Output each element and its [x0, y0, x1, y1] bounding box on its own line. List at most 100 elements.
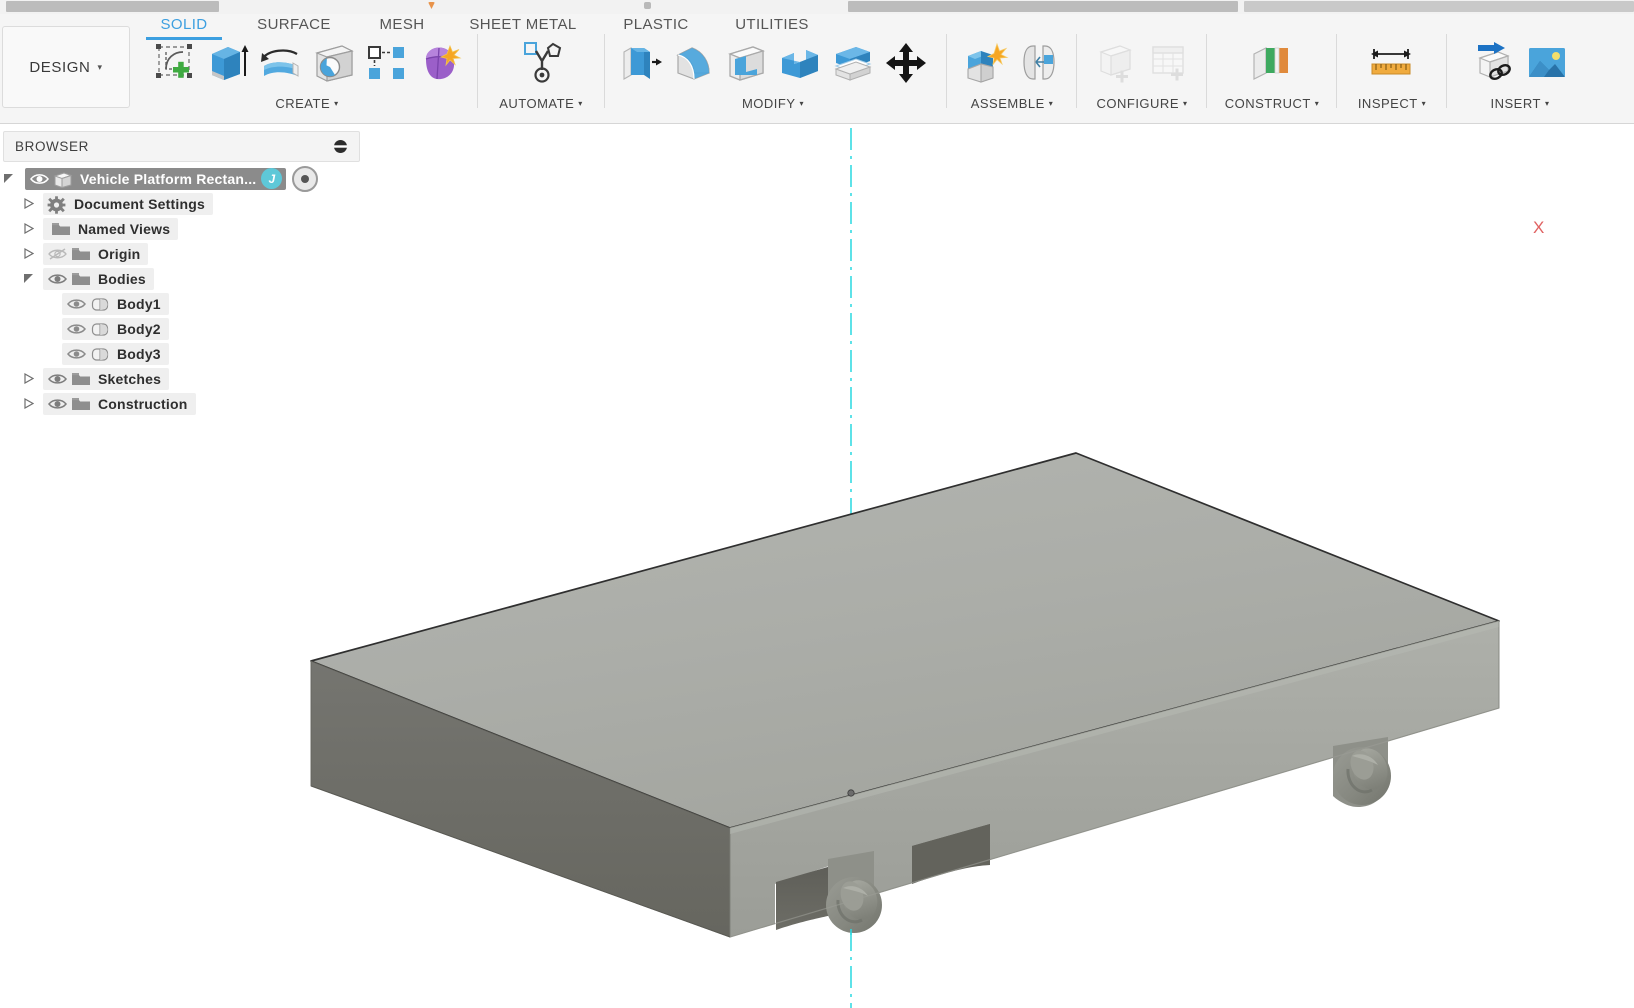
tree-item-body2-label: Body2 — [117, 320, 161, 337]
tree-item-document-settings[interactable]: Document Settings — [43, 192, 213, 215]
expand-toggle-named-views[interactable] — [22, 222, 35, 235]
ribbon-group-automate-icons — [498, 30, 584, 92]
activate-component-icon[interactable] — [292, 165, 319, 192]
expand-toggle-sketches[interactable] — [22, 372, 35, 385]
workspace-switcher-button[interactable]: DESIGN ▾ — [2, 26, 130, 108]
tree-row-bodies[interactable]: Bodies — [0, 266, 400, 291]
eye-visible-icon[interactable] — [47, 371, 68, 387]
expand-toggle-construction[interactable] — [22, 397, 35, 410]
chevron-down-icon: ▾ — [799, 99, 805, 108]
fillet-icon[interactable] — [667, 34, 720, 92]
app-bar-chip-left — [6, 1, 219, 12]
pattern-icon[interactable] — [360, 34, 413, 92]
folder-icon — [71, 246, 91, 262]
eye-visible-icon[interactable] — [66, 296, 87, 312]
eye-visible-icon[interactable] — [47, 396, 68, 412]
automate-generative-icon[interactable] — [498, 34, 584, 92]
fusion360-window: SOLID SURFACE MESH SHEET METAL PLASTIC U… — [0, 0, 1634, 1008]
tree-item-body3[interactable]: Body3 — [62, 342, 169, 365]
folder-icon — [51, 221, 71, 237]
ribbon-group-automate: AUTOMATE ▾ — [482, 30, 600, 120]
chevron-down-icon: ▾ — [1544, 99, 1550, 108]
app-bar-dot-a — [428, 2, 435, 9]
ribbon-group-construct-icons — [1229, 30, 1315, 92]
ribbon-group-insert-label[interactable]: INSERT ▾ — [1491, 96, 1550, 111]
expand-toggle-document-settings[interactable] — [22, 197, 35, 210]
eye-visible-icon[interactable] — [66, 346, 87, 362]
joint-icon[interactable] — [1012, 34, 1065, 92]
split-face-icon[interactable] — [826, 34, 879, 92]
eye-hidden-icon[interactable] — [47, 246, 68, 262]
ribbon-group-inspect-label[interactable]: INSPECT ▾ — [1358, 96, 1426, 111]
tree-row-body3[interactable]: Body3 — [0, 341, 400, 366]
ribbon-group-construct: CONSTRUCT ▾ — [1212, 30, 1332, 120]
configure-label-text: CONFIGURE — [1096, 96, 1179, 111]
expand-toggle-root[interactable] — [2, 172, 15, 185]
press-pull-icon[interactable] — [614, 34, 667, 92]
expand-toggle-origin[interactable] — [22, 247, 35, 260]
tree-row-document-settings[interactable]: Document Settings — [0, 191, 400, 216]
tree-item-sketches[interactable]: Sketches — [43, 367, 170, 390]
ribbon-group-create-label[interactable]: CREATE ▾ — [275, 96, 338, 111]
tree-row-sketches[interactable]: Sketches — [0, 366, 400, 391]
tree-row-named-views[interactable]: Named Views — [0, 216, 400, 241]
tree-row-body1[interactable]: Body1 — [0, 291, 400, 316]
folder-icon — [71, 396, 91, 412]
chevron-down-icon: ▾ — [1421, 99, 1427, 108]
ribbon-group-assemble-icons — [959, 30, 1065, 92]
extrude-icon[interactable] — [201, 34, 254, 92]
joint-origin-badge[interactable]: J — [261, 168, 283, 189]
ribbon-group-configure: CONFIGURE ▾ — [1080, 30, 1204, 120]
tree-item-origin[interactable]: Origin — [43, 242, 149, 265]
offset-plane-icon[interactable] — [1229, 34, 1315, 92]
construct-label-text: CONSTRUCT — [1224, 96, 1311, 111]
tree-item-named-views[interactable]: Named Views — [43, 217, 179, 240]
ribbon-group-inspect: INSPECT ▾ — [1340, 30, 1444, 120]
ribbon-group-assemble-label[interactable]: ASSEMBLE ▾ — [971, 96, 1054, 111]
tree-item-root[interactable]: Vehicle Platform Rectan... J — [25, 167, 287, 190]
eye-visible-icon[interactable] — [47, 271, 68, 287]
ribbon-group-construct-label[interactable]: CONSTRUCT ▾ — [1225, 96, 1320, 111]
combine-icon[interactable] — [773, 34, 826, 92]
tree-item-body2[interactable]: Body2 — [62, 317, 169, 340]
eye-visible-icon[interactable] — [66, 321, 87, 337]
new-component-icon[interactable] — [959, 34, 1012, 92]
component-icon — [53, 171, 73, 188]
tree-item-construction[interactable]: Construction — [43, 392, 196, 415]
shell-icon[interactable] — [720, 34, 773, 92]
collapse-panel-icon[interactable] — [333, 139, 348, 154]
tree-item-bodies[interactable]: Bodies — [43, 267, 154, 290]
configuration-icon[interactable] — [1089, 34, 1142, 92]
measure-icon[interactable] — [1352, 34, 1432, 92]
browser-panel-header: BROWSER — [3, 131, 360, 162]
chevron-down-icon: ▾ — [1182, 99, 1188, 108]
tree-row-body2[interactable]: Body2 — [0, 316, 400, 341]
ribbon-group-insert-icons — [1467, 30, 1573, 92]
move-copy-icon[interactable] — [879, 34, 932, 92]
tree-item-body1[interactable]: Body1 — [62, 292, 169, 315]
insert-canvas-icon[interactable] — [1520, 34, 1573, 92]
body-icon — [90, 296, 110, 312]
hole-icon[interactable] — [307, 34, 360, 92]
expand-toggle-bodies[interactable] — [22, 272, 35, 285]
ribbon-group-configure-label[interactable]: CONFIGURE ▾ — [1096, 96, 1187, 111]
eye-visible-icon[interactable] — [29, 171, 50, 187]
ribbon-divider-6 — [1336, 34, 1337, 108]
configuration-table-icon[interactable] — [1142, 34, 1195, 92]
create-sketch-icon[interactable] — [148, 34, 201, 92]
inspect-label-text: INSPECT — [1357, 96, 1418, 111]
tree-row-construction[interactable]: Construction — [0, 391, 400, 416]
tree-row-root[interactable]: Vehicle Platform Rectan... J — [0, 165, 400, 192]
form-icon[interactable] — [413, 34, 466, 92]
app-bar-chip-mid — [848, 1, 1238, 12]
body-icon — [90, 321, 110, 337]
ribbon-group-insert: INSERT ▾ — [1450, 30, 1590, 120]
revolve-icon[interactable] — [254, 34, 307, 92]
tree-item-document-settings-label: Document Settings — [74, 195, 205, 212]
axis-label-x: X — [1533, 218, 1545, 237]
ribbon-group-modify-label[interactable]: MODIFY ▾ — [742, 96, 804, 111]
insert-derive-icon[interactable] — [1467, 34, 1520, 92]
tree-row-origin[interactable]: Origin — [0, 241, 400, 266]
ribbon-group-automate-label[interactable]: AUTOMATE ▾ — [499, 96, 583, 111]
folder-icon — [71, 371, 91, 387]
